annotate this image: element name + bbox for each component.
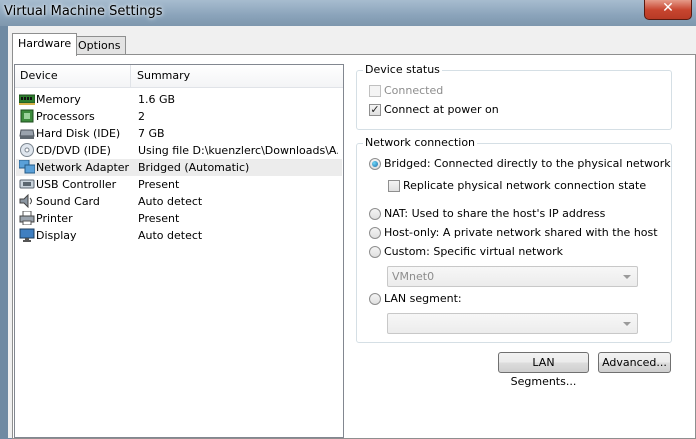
custom-network-select[interactable]: VMnet0	[387, 266, 638, 287]
device-status-legend: Device status	[363, 63, 442, 77]
bridged-radio[interactable]	[369, 158, 381, 170]
usb-icon	[19, 177, 35, 191]
advanced-button[interactable]: Advanced...	[598, 352, 671, 373]
device-row-sound-card[interactable]: Sound Card Auto detect	[16, 193, 342, 210]
processor-icon	[19, 109, 35, 123]
device-summary: 1.6 GB	[138, 93, 176, 106]
tab-hardware[interactable]: Hardware	[12, 33, 78, 56]
device-status-group: Device status	[356, 63, 672, 130]
connect-at-power-on-checkbox[interactable]: ✓	[369, 104, 381, 116]
replicate-checkbox[interactable]	[388, 180, 400, 192]
window-title: Virtual Machine Settings	[4, 4, 163, 19]
display-icon	[19, 228, 35, 242]
bridged-label: Bridged: Connected directly to the physi…	[384, 157, 671, 170]
device-row-memory[interactable]: Memory 1.6 GB	[16, 91, 342, 108]
network-connection-legend: Network connection	[363, 136, 478, 150]
device-row-processors[interactable]: Processors 2	[16, 108, 342, 125]
device-row-usb-controller[interactable]: USB Controller Present	[16, 176, 342, 193]
device-summary: Present	[138, 178, 180, 191]
tab-options[interactable]: Options	[72, 36, 127, 54]
connected-label: Connected	[384, 84, 444, 97]
device-summary: Using file D:\kuenzlerc\Downloads\A...	[138, 144, 338, 157]
device-summary: Bridged (Automatic)	[138, 161, 250, 174]
device-summary: 2	[138, 110, 145, 123]
title-bar[interactable]: Virtual Machine Settings ✕	[0, 0, 696, 26]
host-only-radio[interactable]	[369, 227, 381, 239]
device-summary: 7 GB	[138, 127, 165, 140]
device-name: USB Controller	[36, 178, 117, 191]
device-name: Network Adapter	[36, 161, 130, 174]
device-name: Hard Disk (IDE)	[36, 127, 121, 140]
close-icon: ✕	[662, 0, 674, 16]
device-summary: Present	[138, 212, 180, 225]
device-name: Printer	[36, 212, 73, 225]
host-only-label: Host-only: A private network shared with…	[384, 226, 658, 239]
device-row-network-adapter[interactable]: Network Adapter Bridged (Automatic)	[16, 159, 342, 176]
memory-icon	[18, 92, 36, 106]
device-row-printer[interactable]: Printer Present	[16, 210, 342, 227]
custom-label: Custom: Specific virtual network	[384, 245, 563, 258]
hard-disk-icon	[19, 126, 35, 140]
lan-segments-button[interactable]: LAN Segments...	[498, 352, 589, 388]
network-adapter-icon	[18, 159, 36, 174]
custom-radio[interactable]	[369, 246, 381, 258]
device-name: Processors	[36, 110, 95, 123]
cd-dvd-icon	[19, 143, 35, 157]
sound-card-icon	[19, 193, 35, 209]
connected-checkbox[interactable]	[369, 85, 381, 97]
device-summary: Auto detect	[138, 229, 203, 242]
device-row-cd-dvd[interactable]: CD/DVD (IDE) Using file D:\kuenzlerc\Dow…	[16, 142, 342, 159]
device-list[interactable]: Device Summary Memory 1.6 GB Processors …	[14, 64, 344, 438]
replicate-label: Replicate physical network connection st…	[403, 179, 647, 192]
nat-radio[interactable]	[369, 208, 381, 220]
column-header-device[interactable]: Device	[15, 65, 131, 87]
device-row-hard-disk[interactable]: Hard Disk (IDE) 7 GB	[16, 125, 342, 142]
close-button[interactable]: ✕	[644, 0, 692, 20]
lan-segment-radio[interactable]	[369, 293, 381, 305]
nat-label: NAT: Used to share the host's IP address	[384, 207, 606, 220]
printer-icon	[19, 210, 35, 226]
device-row-display[interactable]: Display Auto detect	[16, 227, 342, 244]
lan-segment-select[interactable]	[387, 313, 638, 334]
device-summary: Auto detect	[138, 195, 203, 208]
device-name: CD/DVD (IDE)	[36, 144, 111, 157]
device-name: Sound Card	[36, 195, 100, 208]
chevron-down-icon	[623, 322, 631, 326]
lan-segment-label: LAN segment:	[384, 292, 462, 305]
list-header: Device Summary	[15, 65, 343, 88]
check-icon: ✓	[370, 103, 380, 116]
connect-at-power-on-label: Connect at power on	[384, 103, 499, 116]
device-name: Display	[36, 229, 77, 242]
chevron-down-icon	[623, 275, 631, 279]
device-name: Memory	[36, 93, 81, 106]
custom-network-value: VMnet0	[392, 270, 435, 283]
column-header-summary[interactable]: Summary	[132, 65, 343, 87]
